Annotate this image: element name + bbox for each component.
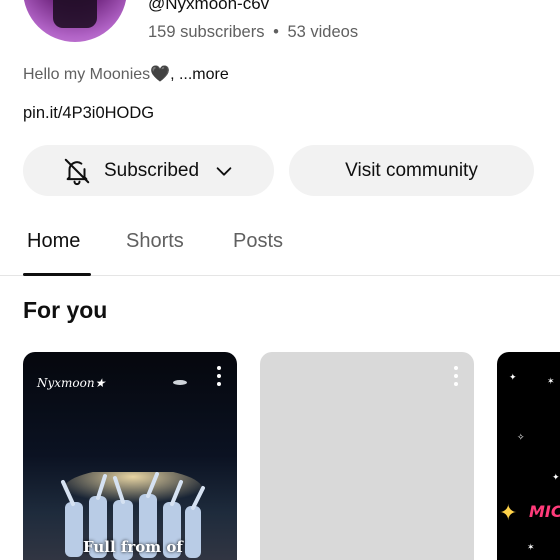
avatar-figure	[53, 0, 97, 28]
sparkle-icon: ✦	[499, 500, 518, 525]
visit-community-label: Visit community	[345, 159, 478, 181]
subscribed-button[interactable]: Subscribed	[23, 145, 274, 196]
channel-handle: @Nyxmoon-c6v	[148, 0, 270, 13]
short-card[interactable]: Nyxmoon★ Full from of	[23, 352, 237, 560]
channel-description[interactable]: Hello my Moonies🖤, ...more	[23, 64, 229, 84]
channel-avatar[interactable]	[23, 0, 127, 42]
short-logo: Nyxmoon★	[37, 376, 106, 390]
section-title: For you	[23, 297, 108, 323]
tab-posts[interactable]: Posts	[233, 230, 283, 253]
tab-home[interactable]: Home	[27, 230, 80, 253]
short-card[interactable]	[260, 352, 474, 560]
channel-tabs: Home Shorts Posts	[0, 220, 560, 276]
video-count: 53 videos	[287, 23, 359, 41]
active-tab-indicator	[23, 273, 91, 276]
black-heart-emoji: 🖤	[150, 66, 171, 83]
bell-off-icon	[64, 158, 90, 185]
visit-community-button[interactable]: Visit community	[289, 145, 534, 196]
star-decoration: ✶	[547, 376, 555, 386]
subscribed-label: Subscribed	[103, 159, 200, 181]
description-text: Hello my Moonies	[23, 66, 151, 83]
tab-shorts[interactable]: Shorts	[126, 230, 184, 253]
ufo-decoration	[173, 380, 187, 385]
short-caption: Full from of	[83, 538, 183, 556]
subscriber-count: 159 subscribers	[148, 23, 265, 41]
channel-link[interactable]: pin.it/4P3i0HODG	[23, 104, 154, 123]
more-options-icon[interactable]	[215, 366, 223, 388]
stats-separator: •	[273, 23, 279, 41]
star-decoration: ✦	[509, 372, 517, 382]
star-decoration: ✧	[517, 432, 525, 442]
short-caption: MIC	[529, 502, 560, 521]
short-card[interactable]: ✦ ✶ ✧ ✦ ✶ ✦ MIC	[497, 352, 560, 560]
star-decoration: ✦	[552, 472, 560, 482]
more-options-icon[interactable]	[452, 366, 460, 388]
star-decoration: ✶	[527, 542, 535, 552]
chevron-down-icon	[216, 166, 232, 176]
more-link[interactable]: , ...more	[170, 66, 229, 83]
channel-stats: 159 subscribers • 53 videos	[148, 23, 358, 42]
